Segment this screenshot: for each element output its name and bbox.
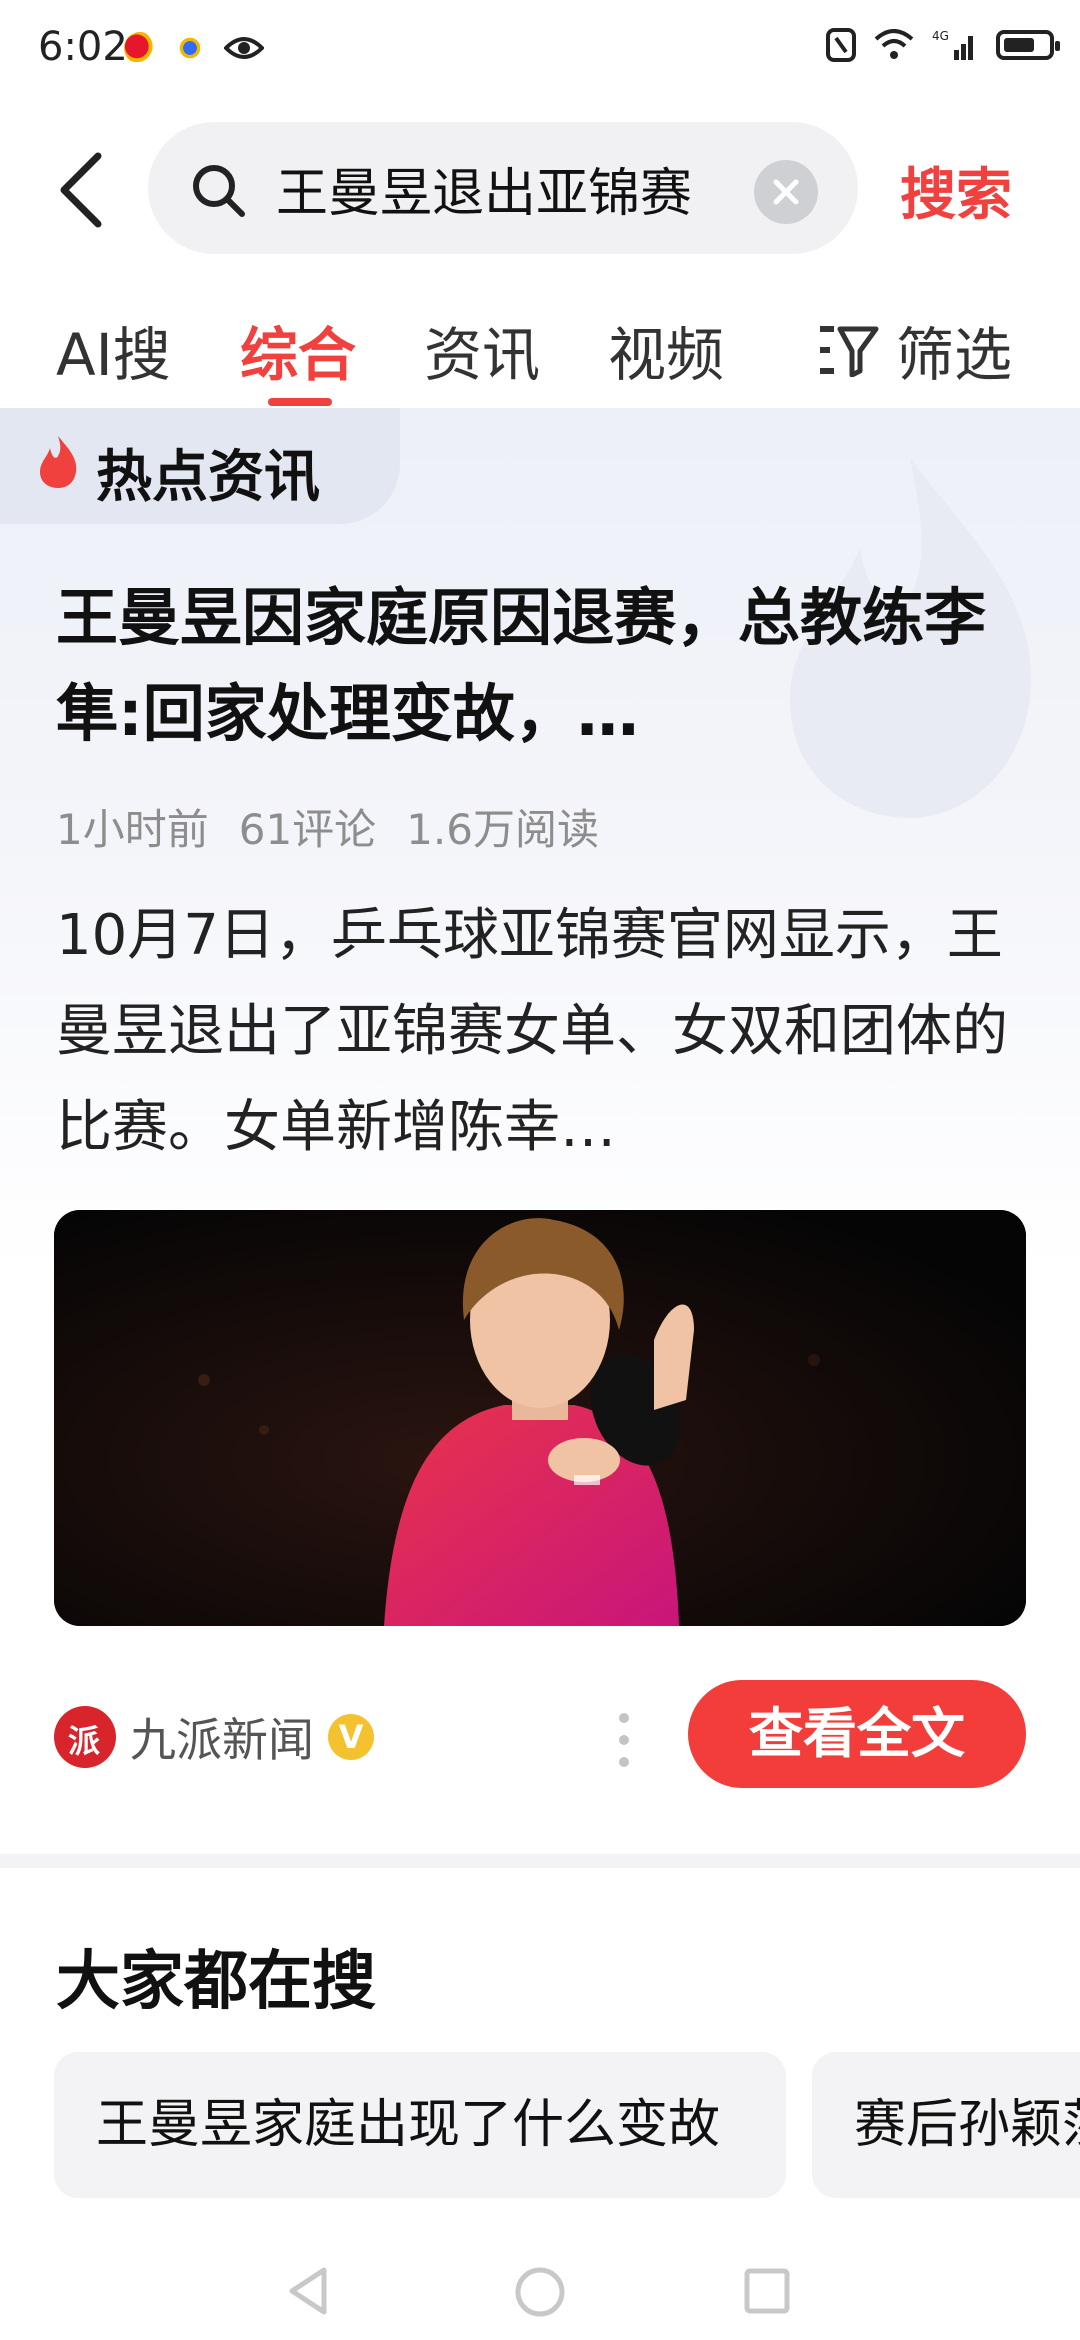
news-meta: 1小时前 61评论 1.6万阅读 [56, 796, 599, 857]
suggestion-chip[interactable]: 王曼昱家庭出现了什么变故 [54, 2052, 786, 2198]
nav-home-icon[interactable] [514, 2266, 566, 2318]
more-options-icon[interactable] [618, 1712, 630, 1768]
hot-news-chip: 热点资讯 [0, 408, 400, 524]
read-full-button[interactable]: 查看全文 [688, 1680, 1026, 1788]
nfc-icon [826, 28, 856, 62]
signal-icon: 4G [932, 29, 973, 60]
hot-news-label: 热点资讯 [96, 445, 320, 510]
system-icons: 4G [826, 28, 1060, 62]
notification-icons [124, 32, 264, 64]
tab-bar: AI搜 综合 资讯 视频 筛选 [0, 290, 1080, 410]
flame-icon [40, 436, 77, 488]
search-icon [193, 165, 245, 217]
search-input[interactable] [276, 150, 736, 226]
nav-recent-icon[interactable] [744, 2268, 790, 2314]
tab-comprehensive[interactable]: 综合 [240, 308, 356, 392]
weibo-icon [124, 32, 156, 64]
filter-label: 筛选 [896, 321, 1013, 389]
verified-badge-icon: V [328, 1714, 374, 1760]
nav-back-icon[interactable] [286, 2266, 330, 2316]
tab-ai-search[interactable]: AI搜 [56, 308, 171, 392]
clear-input-button[interactable] [754, 160, 818, 224]
battery-icon [996, 30, 1060, 60]
news-reads: 1.6万阅读 [406, 805, 599, 854]
svg-text:4G: 4G [932, 29, 949, 43]
filter-icon [820, 326, 879, 377]
tab-news[interactable]: 资讯 [424, 308, 540, 392]
app-notification-icon [174, 32, 206, 64]
source-name: 九派新闻 [130, 1713, 314, 1767]
news-summary[interactable]: 10月7日，乒乓球亚锦赛官网显示，王曼昱退出了亚锦赛女单、女双和团体的比赛。女单… [56, 888, 1016, 1176]
status-time: 6:02 [38, 24, 128, 70]
close-icon [773, 179, 799, 205]
news-comments: 61评论 [238, 805, 377, 854]
news-headline[interactable]: 王曼昱因家庭原因退赛，总教练李隼:回家处理变故，… [56, 570, 1016, 762]
news-source[interactable]: 派 九派新闻 V [54, 1704, 374, 1770]
section-divider [0, 1854, 1080, 1868]
eye-icon [224, 37, 264, 59]
filter-button[interactable]: 筛选 [818, 308, 1012, 392]
player-photo-image [54, 1210, 1026, 1626]
news-time: 1小时前 [56, 805, 209, 854]
hot-news-card[interactable]: 热点资讯 王曼昱因家庭原因退赛，总教练李隼:回家处理变故，… 1小时前 61评论… [0, 408, 1080, 1848]
everyone-searching-title: 大家都在搜 [56, 1945, 376, 2019]
active-tab-indicator [268, 398, 332, 406]
suggestion-chip[interactable]: 赛后孙颖莎 [812, 2052, 1080, 2198]
search-box[interactable] [148, 122, 858, 254]
system-nav-bar [0, 2240, 1080, 2340]
news-photo[interactable] [54, 1210, 1026, 1626]
status-bar: 6:02 4G [0, 0, 1080, 100]
wifi-icon [874, 29, 914, 59]
jiupai-logo-icon: 派 [54, 1706, 116, 1768]
tab-video[interactable]: 视频 [608, 308, 724, 392]
search-button[interactable]: 搜索 [900, 150, 1012, 231]
back-icon[interactable] [52, 150, 112, 230]
